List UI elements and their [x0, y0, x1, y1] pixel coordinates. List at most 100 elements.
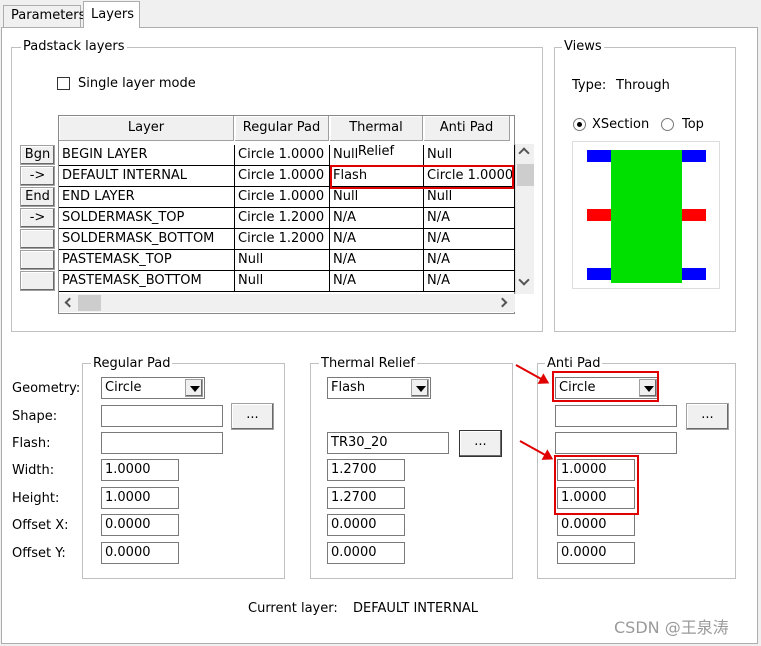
padstack-editor-window: Parameters Layers Padstack layers Single… — [0, 0, 761, 646]
regular-pad-width-input[interactable]: 1.0000 — [101, 459, 179, 481]
table-row[interactable]: SOLDERMASK_BOTTOM Circle 1.2000 N/A N/A — [59, 229, 515, 250]
table-row[interactable]: DEFAULT INTERNAL Circle 1.0000 Flash Circle… — [59, 166, 515, 187]
table-cell[interactable]: PASTEMASK_TOP — [59, 250, 235, 271]
table-cell[interactable]: Null — [235, 271, 330, 292]
table-cell[interactable]: N/A — [424, 271, 515, 292]
scroll-up-icon[interactable] — [518, 147, 530, 159]
table-cell[interactable]: N/A — [424, 250, 515, 271]
regular-pad-geometry-value: Circle — [105, 380, 142, 395]
row-select-button[interactable] — [20, 250, 55, 270]
begin-layer-pad-left — [587, 150, 611, 162]
table-cell[interactable]: N/A — [330, 229, 424, 250]
regular-pad-title: Regular Pad — [91, 356, 173, 371]
single-layer-mode-checkbox[interactable] — [57, 77, 70, 90]
regular-pad-browse-button[interactable]: ... — [231, 403, 274, 430]
table-cell[interactable]: Null — [424, 145, 515, 166]
table-cell[interactable]: PASTEMASK_BOTTOM — [59, 271, 235, 292]
column-header-anti-pad[interactable]: Anti Pad — [424, 116, 510, 141]
table-cell[interactable]: SOLDERMASK_BOTTOM — [59, 229, 235, 250]
thermal-relief-title: Thermal Relief — [319, 356, 417, 371]
scroll-left-icon[interactable] — [64, 297, 75, 308]
anti-pad-offset-x-input[interactable]: 0.0000 — [557, 514, 635, 536]
thermal-relief-offset-x-input[interactable]: 0.0000 — [327, 514, 405, 536]
table-cell[interactable]: Null — [235, 250, 330, 271]
table-cell[interactable]: Null — [330, 187, 424, 208]
column-header-regular-pad[interactable]: Regular Pad — [235, 116, 329, 141]
horizontal-scrollbar[interactable] — [59, 294, 515, 312]
row-select-button[interactable]: -> — [20, 166, 55, 186]
chevron-down-icon[interactable] — [411, 379, 429, 397]
row-select-button[interactable]: -> — [20, 208, 55, 228]
table-cell[interactable]: N/A — [330, 271, 424, 292]
regular-pad-shape-input[interactable] — [101, 405, 223, 427]
anti-pad-width-input[interactable]: 1.0000 — [557, 459, 635, 481]
regular-pad-offset-y-input[interactable]: 0.0000 — [101, 542, 179, 564]
anti-pad-shape-input[interactable] — [555, 405, 677, 427]
regular-pad-height-input[interactable]: 1.0000 — [101, 487, 179, 509]
padstack-layers-title: Padstack layers — [21, 39, 127, 54]
anti-pad-browse-button[interactable]: ... — [686, 403, 729, 430]
table-cell[interactable]: Flash — [330, 166, 424, 187]
regular-pad-flash-input[interactable] — [101, 432, 223, 454]
column-header-thermal-relief[interactable]: Thermal Relief — [330, 116, 423, 159]
thermal-relief-width-input[interactable]: 1.2700 — [327, 459, 405, 481]
horizontal-scroll-thumb[interactable] — [78, 295, 101, 311]
table-cell[interactable]: N/A — [424, 229, 515, 250]
row-select-button[interactable] — [20, 229, 55, 249]
regular-pad-offset-x-input[interactable]: 0.0000 — [101, 514, 179, 536]
table-cell[interactable]: N/A — [330, 208, 424, 229]
end-layer-pad-left — [587, 268, 611, 280]
anti-pad-geometry-select[interactable]: Circle — [555, 377, 659, 399]
geometry-label: Geometry: — [12, 381, 81, 396]
table-cell[interactable]: Circle 1.0000 — [235, 166, 330, 187]
table-cell[interactable]: N/A — [424, 208, 515, 229]
layers-table: Layer Regular Pad Thermal Relief Anti Pa… — [58, 115, 515, 314]
anti-pad-geometry-value: Circle — [559, 380, 596, 395]
anti-pad-height-input[interactable]: 1.0000 — [557, 487, 635, 509]
table-row[interactable]: PASTEMASK_BOTTOM Null N/A N/A — [59, 271, 515, 292]
tab-parameters[interactable]: Parameters — [3, 5, 85, 27]
scroll-right-icon[interactable] — [497, 297, 508, 308]
thermal-relief-browse-button[interactable]: ... — [459, 430, 502, 457]
table-cell[interactable]: SOLDERMASK_TOP — [59, 208, 235, 229]
chevron-down-icon[interactable] — [639, 379, 657, 397]
row-select-button[interactable] — [20, 271, 55, 291]
internal-layer-pad-right — [682, 209, 706, 221]
tab-layers[interactable]: Layers — [83, 1, 140, 28]
vertical-scrollbar[interactable] — [515, 144, 534, 294]
table-row[interactable]: SOLDERMASK_TOP Circle 1.2000 N/A N/A — [59, 208, 515, 229]
vertical-scroll-thumb[interactable] — [517, 164, 534, 186]
top-radio[interactable] — [661, 118, 674, 131]
shape-label: Shape: — [12, 409, 58, 424]
row-select-button[interactable]: Bgn — [20, 145, 55, 165]
anti-pad-flash-input[interactable] — [555, 432, 677, 454]
thermal-relief-height-input[interactable]: 1.2700 — [327, 487, 405, 509]
table-cell[interactable]: Null — [424, 187, 515, 208]
tab-layers-label: Layers — [91, 7, 135, 22]
table-cell[interactable]: Circle 1.2000 — [235, 208, 330, 229]
width-label: Width: — [12, 463, 55, 478]
thermal-relief-offset-y-input[interactable]: 0.0000 — [327, 542, 405, 564]
scroll-down-icon[interactable] — [518, 274, 530, 286]
thermal-relief-geometry-select[interactable]: Flash — [327, 377, 431, 399]
table-row[interactable]: END LAYER Circle 1.0000 Null Null — [59, 187, 515, 208]
table-cell[interactable]: BEGIN LAYER — [59, 145, 235, 166]
table-cell[interactable]: Null — [330, 145, 424, 166]
thermal-relief-flash-input[interactable]: TR30_20 — [327, 432, 449, 454]
column-header-layer[interactable]: Layer — [59, 116, 234, 141]
table-row[interactable]: PASTEMASK_TOP Null N/A N/A — [59, 250, 515, 271]
chevron-down-icon[interactable] — [185, 379, 203, 397]
table-cell[interactable]: Circle 1.2000 — [235, 229, 330, 250]
table-row[interactable]: BEGIN LAYER Circle 1.0000 Null Null — [59, 145, 515, 166]
regular-pad-geometry-select[interactable]: Circle — [101, 377, 205, 399]
table-cell[interactable]: END LAYER — [59, 187, 235, 208]
xsection-radio[interactable] — [573, 118, 586, 131]
table-cell[interactable]: Circle 1.0000 — [235, 145, 330, 166]
row-select-button[interactable]: End — [20, 187, 55, 207]
table-cell[interactable]: N/A — [330, 250, 424, 271]
table-cell[interactable]: Circle 1.0000 — [424, 166, 515, 187]
table-cell[interactable]: DEFAULT INTERNAL — [59, 166, 235, 187]
table-cell[interactable]: Circle 1.0000 — [235, 187, 330, 208]
offset-x-label: Offset X: — [12, 518, 69, 533]
anti-pad-offset-y-input[interactable]: 0.0000 — [557, 542, 635, 564]
